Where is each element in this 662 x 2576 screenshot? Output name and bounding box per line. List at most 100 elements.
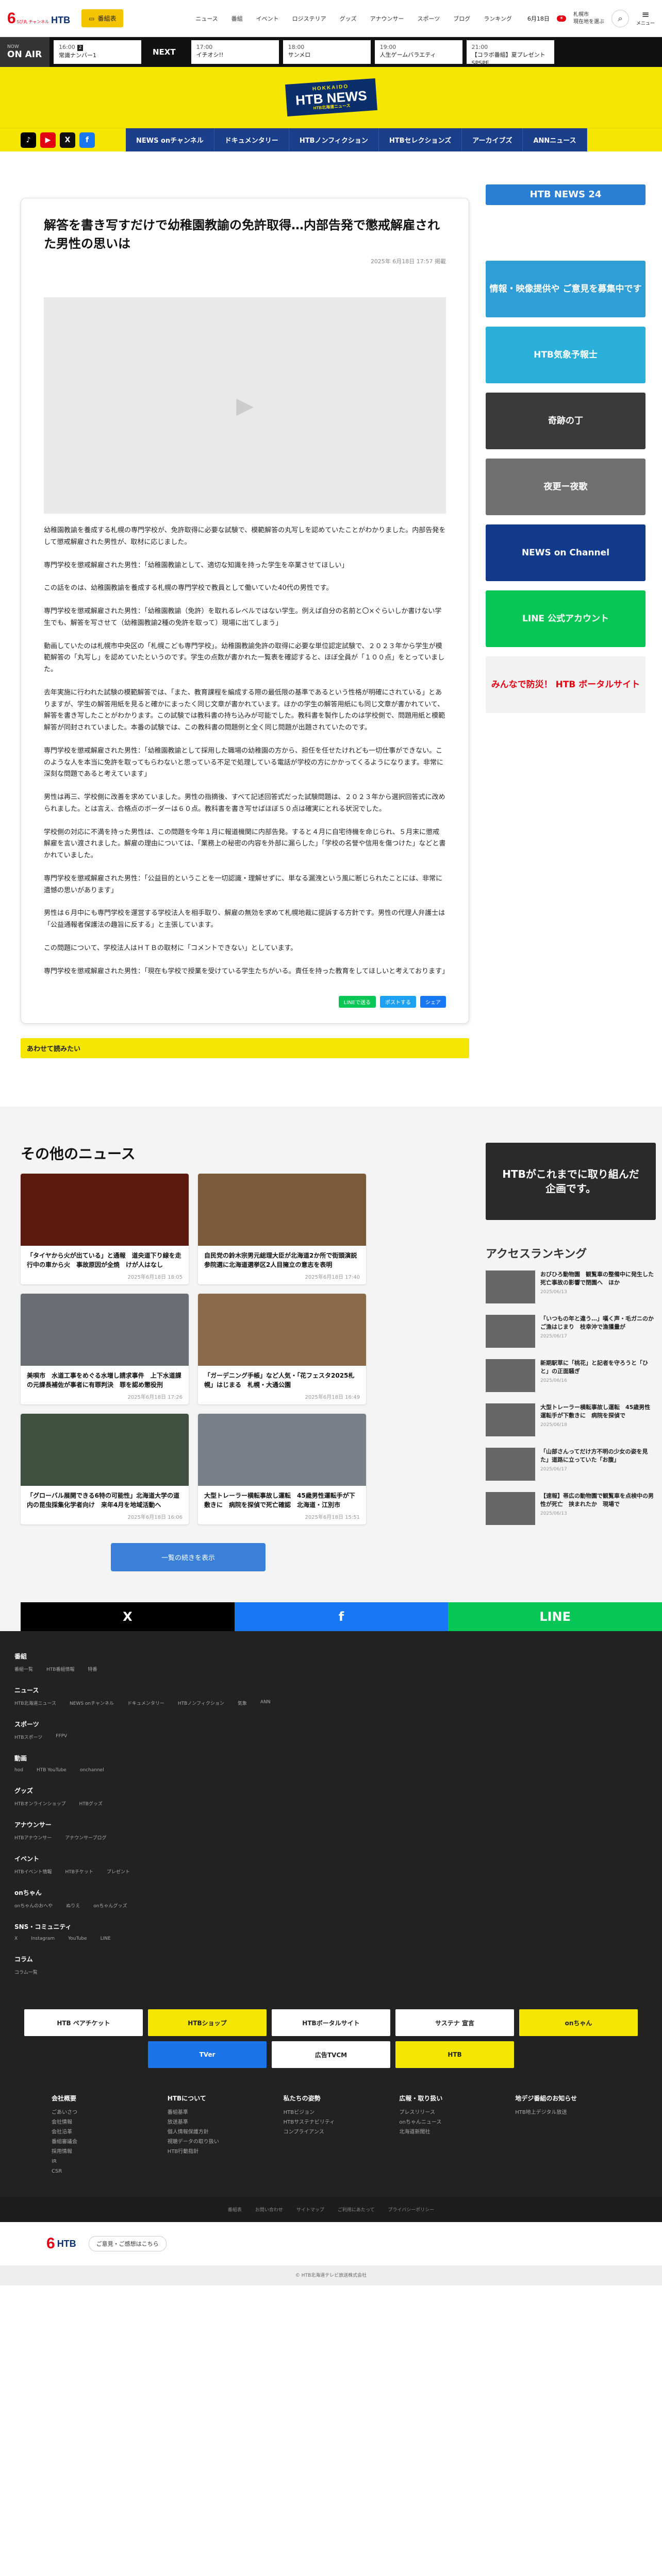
footer-banner[interactable]: 広告TVCM: [272, 2041, 390, 2069]
tv-guide-button[interactable]: ▭ 番組表: [81, 9, 124, 27]
footer-link[interactable]: ドキュメンタリー: [127, 1700, 164, 1706]
footer-col-link[interactable]: 採用情報: [52, 2147, 147, 2157]
sidebar-banner[interactable]: HTB気象予報士: [486, 327, 646, 383]
footer-banner[interactable]: HTBショップ: [148, 2009, 267, 2037]
footer-banner[interactable]: HTB ペアチケット: [24, 2009, 143, 2037]
weather-widget[interactable]: 札幌市 現在地を選ぶ: [573, 11, 604, 26]
facebook-icon[interactable]: f: [79, 132, 95, 148]
footer-link[interactable]: HTB番組情報: [46, 1666, 74, 1672]
footer-banner[interactable]: HTB: [395, 2041, 514, 2069]
footer-link[interactable]: コラム一覧: [14, 1969, 38, 1975]
footer-col-link[interactable]: 会社情報: [52, 2117, 147, 2127]
tab-1[interactable]: ドキュメンタリー: [214, 128, 289, 151]
next-program[interactable]: 17:00 イチオシ!!: [191, 40, 279, 64]
footer-col-link[interactable]: 会社沿革: [52, 2127, 147, 2137]
article-video[interactable]: ▶: [44, 297, 446, 514]
footer-col-link[interactable]: 番組基準: [168, 2108, 263, 2117]
news-card[interactable]: 大型トレーラー横転事故し運転 45歳男性運転手が下敷きに 病院を探偵で死亡確認 …: [198, 1414, 366, 1525]
tiktok-icon[interactable]: ♪: [21, 132, 36, 148]
footer-banner[interactable]: HTBボータルサイト: [272, 2009, 390, 2037]
footer-link[interactable]: HTBノンフィクション: [178, 1700, 224, 1706]
nav-item[interactable]: ニュース: [195, 14, 218, 23]
footer-col-link[interactable]: コンプライアンス: [284, 2127, 379, 2137]
footer-col-link[interactable]: 視聴データの取り扱い: [168, 2137, 263, 2147]
footer-link[interactable]: onちゃんグッズ: [93, 1902, 127, 1909]
footer-col-link[interactable]: 番組審議会: [52, 2137, 147, 2147]
footer-col-link[interactable]: HTB行動指針: [168, 2147, 263, 2157]
ranking-item[interactable]: 【速報】帯広の動物園で観覧車を点検中の男性が死亡 挟まれたか 現場で 2025/0…: [486, 1492, 656, 1526]
footer-link[interactable]: onちゃんのおへや: [14, 1902, 53, 1909]
footer-link[interactable]: HTBスポーツ: [14, 1734, 42, 1740]
ranking-item[interactable]: 新期駅草に「桃花」と記者を守ろうと「ひと」の正面騒ぎ 2025/06/16: [486, 1359, 656, 1393]
footer-link[interactable]: HTB北海道ニュース: [14, 1700, 56, 1706]
line-share-button[interactable]: LINEで送る: [338, 996, 376, 1008]
footer-link[interactable]: LINE: [101, 1936, 111, 1941]
footer-banner[interactable]: TVer: [148, 2041, 267, 2069]
x-share-large[interactable]: X: [21, 1602, 235, 1632]
line-share-large[interactable]: LINE: [448, 1602, 662, 1632]
footer-bottom-link[interactable]: ご利用にあたって: [338, 2206, 375, 2213]
footer-link[interactable]: HTBアナウンサー: [14, 1834, 52, 1841]
facebook-share-large[interactable]: f: [234, 1602, 449, 1632]
footer-link[interactable]: HTBチケット: [65, 1868, 93, 1875]
search-icon[interactable]: ⌕: [611, 9, 629, 27]
footer-col-link[interactable]: HTB地上デジタル放送: [515, 2108, 610, 2117]
footer-bottom-link[interactable]: プライバシーポリシー: [388, 2206, 434, 2213]
footer-link[interactable]: FFPV: [56, 1734, 67, 1740]
facebook-share-button[interactable]: シェア: [420, 996, 446, 1008]
footer-col-link[interactable]: IR: [52, 2157, 147, 2166]
footer-bottom-link[interactable]: サイトマップ: [296, 2206, 324, 2213]
sidebar-banner[interactable]: LINE 公式アカウント: [486, 590, 646, 647]
footer-link[interactable]: onchannel: [80, 1768, 104, 1773]
footer-link[interactable]: Instagram: [31, 1936, 55, 1941]
footer-link[interactable]: HTBグッズ: [79, 1800, 102, 1807]
nav-item[interactable]: スポーツ: [417, 14, 440, 23]
news-card[interactable]: 「グローバル展開できる6特の可能性」北海道大学の道内の昆虫採集化学者向け 来年4…: [21, 1414, 189, 1525]
x-share-button[interactable]: ポストする: [380, 996, 416, 1008]
footer-col-link[interactable]: onちゃんニュース: [399, 2117, 494, 2127]
ranking-item[interactable]: 大型トレーラー横転事故し運転 45歳男性運転手が下敷きに 病院を探偵で 2025/…: [486, 1403, 656, 1437]
footer-col-link[interactable]: CSR: [52, 2166, 147, 2176]
footer-col-link[interactable]: ごあいさつ: [52, 2108, 147, 2117]
sidebar-banner[interactable]: NEWS on Channel: [486, 524, 646, 581]
footer-link[interactable]: 特番: [88, 1666, 97, 1672]
footer-link[interactable]: アナウンサーブログ: [65, 1834, 106, 1841]
next-program[interactable]: 21:00 【コラボ番組】夏プレゼント SPSPE: [466, 40, 554, 66]
next-program[interactable]: 19:00 人生ゲームバラエティ: [374, 40, 462, 64]
footer-col-link[interactable]: HTBサステナビリティ: [284, 2117, 379, 2127]
nav-item[interactable]: ブログ: [453, 14, 470, 23]
footer-link[interactable]: ANN: [260, 1700, 271, 1706]
news-card[interactable]: 「ガーデニング手帳」など人気・「花フェスタ2025札幌」はじまる 札幌・大通公園…: [198, 1294, 366, 1405]
ranking-ad-banner[interactable]: HTBがこれまでに取り組んだ企画です。: [486, 1143, 656, 1221]
news-card[interactable]: 「タイヤから火が出ている」と通報 道央道下り線を走行中の車から火 事故原因が全焼…: [21, 1174, 189, 1285]
youtube-icon[interactable]: ▶: [40, 132, 56, 148]
nav-item[interactable]: 番組: [231, 14, 243, 23]
tab-2[interactable]: HTBノンフィクション: [289, 128, 379, 151]
nav-item[interactable]: アナウンサー: [370, 14, 404, 23]
footer-link[interactable]: HTB YouTube: [37, 1768, 67, 1773]
site-logo[interactable]: 6 5ぴ丸 チャンネル HTB: [7, 10, 70, 26]
footer-link[interactable]: 番組一覧: [14, 1666, 33, 1672]
nav-item[interactable]: イベント: [256, 14, 279, 23]
more-news-button[interactable]: 一覧の続きを表示: [111, 1543, 266, 1572]
tab-5[interactable]: ANNニュース: [523, 128, 587, 151]
now-program[interactable]: 16:00 2 常識ナンバー1: [54, 40, 141, 64]
ranking-item[interactable]: 「いつもの年と違う…」嘆く声・毛ガニのかご漁はじまり 枝幸沖で漁獲量が 2025/…: [486, 1315, 656, 1348]
x-icon[interactable]: X: [60, 132, 75, 148]
sidebar-banner[interactable]: みんなで防災！ HTB ボータルサイト: [486, 656, 646, 713]
footer-link[interactable]: X: [14, 1936, 18, 1941]
footer-col-link[interactable]: 個人情報保護方針: [168, 2127, 263, 2137]
footer-link[interactable]: HTBイベント情報: [14, 1868, 52, 1875]
sidebar-banner[interactable]: 夜更ー夜歌: [486, 459, 646, 515]
ranking-item[interactable]: おびひろ動物園 観覧車の整備中に発生した死亡事故の影響で閉園へ ほか 2025/0…: [486, 1270, 656, 1304]
sidebar-banner[interactable]: 情報・映像提供や ご意見を募集中です: [486, 261, 646, 317]
footer-link[interactable]: 気象: [238, 1700, 247, 1706]
news-card[interactable]: 自民党の鈴木宗男元総理大臣が北海道2か所で街頭演説 参院選に北海道選挙区2人目擁…: [198, 1174, 366, 1285]
footer-link[interactable]: YouTube: [68, 1936, 87, 1941]
footer-bottom-link[interactable]: お問い合わせ: [255, 2206, 283, 2213]
next-program[interactable]: 18:00 サンメロ: [283, 40, 371, 64]
footer-banner[interactable]: onちゃん: [519, 2009, 638, 2037]
nav-item[interactable]: グッズ: [340, 14, 357, 23]
footer-link[interactable]: ぬりえ: [66, 1902, 80, 1909]
tab-3[interactable]: HTBセレクションズ: [378, 128, 462, 151]
